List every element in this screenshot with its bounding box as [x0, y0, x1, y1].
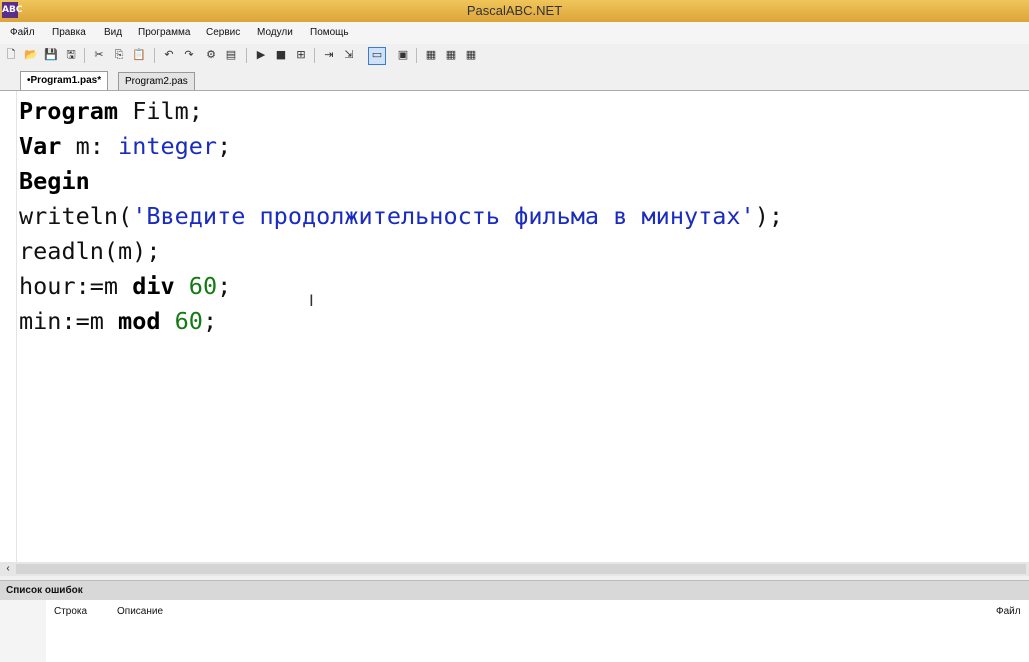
- code-token: integer: [118, 132, 218, 160]
- build-icon[interactable]: ▤: [224, 48, 238, 62]
- horizontal-scrollbar[interactable]: ‹: [0, 562, 1029, 576]
- save-icon[interactable]: 💾: [44, 48, 58, 62]
- redo-icon[interactable]: ↷: [182, 48, 196, 62]
- editor-gutter: [0, 91, 17, 563]
- format-icon[interactable]: ▣: [396, 48, 410, 62]
- code-area[interactable]: Program Film; Var m: integer; Begin writeln…: [19, 94, 783, 339]
- error-list-panel: Строка Описание Файл: [0, 600, 1029, 662]
- toolbar-separator: [154, 48, 155, 63]
- open-icon[interactable]: 📂: [24, 48, 38, 62]
- code-token: Program: [19, 97, 119, 125]
- error-list-gutter: [0, 600, 46, 662]
- code-line[interactable]: Program Film;: [19, 94, 783, 129]
- window-title: PascalABC.NET: [466, 3, 563, 18]
- scrollbar-thumb[interactable]: [16, 564, 1026, 574]
- toolbar: 🗋 📂 💾 🖫 ✂ ⎘ 📋 ↶ ↷ ⚙ ▤ ▶ ■ ⊞ ⇥ ⇲ ▭ ▣ ▦ ▦ …: [0, 44, 1029, 69]
- step-over-icon[interactable]: ⇥: [322, 48, 336, 62]
- menu-service[interactable]: Сервис: [206, 22, 240, 44]
- code-token: Var: [19, 132, 62, 160]
- menu-bar: Файл Правка Вид Программа Сервис Модули …: [0, 22, 1029, 44]
- stop-icon[interactable]: ■: [274, 48, 288, 62]
- debug-icon[interactable]: ⊞: [294, 48, 308, 62]
- toolbar-separator: [246, 48, 247, 63]
- code-line[interactable]: hour:=m div 60;: [19, 269, 783, 304]
- code-token: );: [754, 202, 784, 230]
- copy-icon[interactable]: ⎘: [112, 48, 126, 62]
- column-header-line[interactable]: Строка: [54, 606, 87, 617]
- menu-view[interactable]: Вид: [104, 22, 122, 44]
- menu-program[interactable]: Программа: [138, 22, 190, 44]
- run-icon[interactable]: ▶: [254, 48, 268, 62]
- code-line[interactable]: Var m: integer;: [19, 129, 783, 164]
- toolbar-separator: [84, 48, 85, 63]
- code-token: 'Введите продолжительность фильма в мину…: [132, 202, 755, 230]
- save-all-icon[interactable]: 🖫: [64, 48, 78, 62]
- code-token: ;: [217, 272, 232, 300]
- code-line[interactable]: min:=m mod 60;: [19, 304, 783, 339]
- code-token: Begin: [19, 167, 90, 195]
- menu-edit[interactable]: Правка: [52, 22, 86, 44]
- new-file-icon[interactable]: 🗋: [4, 48, 18, 62]
- code-line[interactable]: readln(m);: [19, 234, 783, 269]
- menu-help[interactable]: Помощь: [310, 22, 349, 44]
- console-icon[interactable]: ▭: [368, 47, 386, 65]
- code-token: hour:=m: [19, 272, 133, 300]
- undo-icon[interactable]: ↶: [162, 48, 176, 62]
- code-token: 60: [188, 272, 218, 300]
- code-token: readln(m);: [19, 237, 161, 265]
- editor-tab-bar: •Program1.pas* Program2.pas: [0, 68, 1029, 91]
- tab-program1[interactable]: •Program1.pas*: [20, 71, 109, 91]
- code-token: m:: [61, 132, 119, 160]
- code-token: div: [132, 272, 175, 300]
- code-token: mod: [118, 307, 161, 335]
- cut-icon[interactable]: ✂: [92, 48, 106, 62]
- title-bar: ABC PascalABC.NET: [0, 0, 1029, 22]
- column-header-description[interactable]: Описание: [117, 606, 163, 617]
- code-token: ;: [202, 307, 218, 335]
- code-token: Film;: [118, 97, 203, 125]
- window-layout-3-icon[interactable]: ▦: [464, 48, 478, 62]
- code-token: writeln(: [19, 202, 133, 230]
- menu-modules[interactable]: Модули: [257, 22, 293, 44]
- scroll-left-icon[interactable]: ‹: [2, 562, 14, 576]
- code-line[interactable]: Begin: [19, 164, 783, 199]
- paste-icon[interactable]: 📋: [132, 48, 146, 62]
- tab-program2[interactable]: Program2.pas: [118, 72, 195, 90]
- code-token: 60: [174, 307, 203, 335]
- code-token: ;: [217, 132, 232, 160]
- toolbar-separator: [314, 48, 315, 63]
- toolbar-separator: [416, 48, 417, 63]
- code-token: min:=m: [19, 307, 119, 335]
- code-editor[interactable]: Program Film; Var m: integer; Begin writeln…: [0, 90, 1029, 563]
- window-layout-2-icon[interactable]: ▦: [444, 48, 458, 62]
- column-header-file[interactable]: Файл: [996, 606, 1021, 617]
- code-line[interactable]: writeln('Введите продолжительность фильм…: [19, 199, 783, 234]
- compile-icon[interactable]: ⚙: [204, 48, 218, 62]
- window-layout-1-icon[interactable]: ▦: [424, 48, 438, 62]
- error-list-header: Список ошибок: [0, 580, 1029, 601]
- menu-file[interactable]: Файл: [10, 22, 35, 44]
- step-into-icon[interactable]: ⇲: [342, 48, 356, 62]
- text-cursor-icon: I: [309, 291, 314, 310]
- error-list-title: Список ошибок: [6, 585, 83, 596]
